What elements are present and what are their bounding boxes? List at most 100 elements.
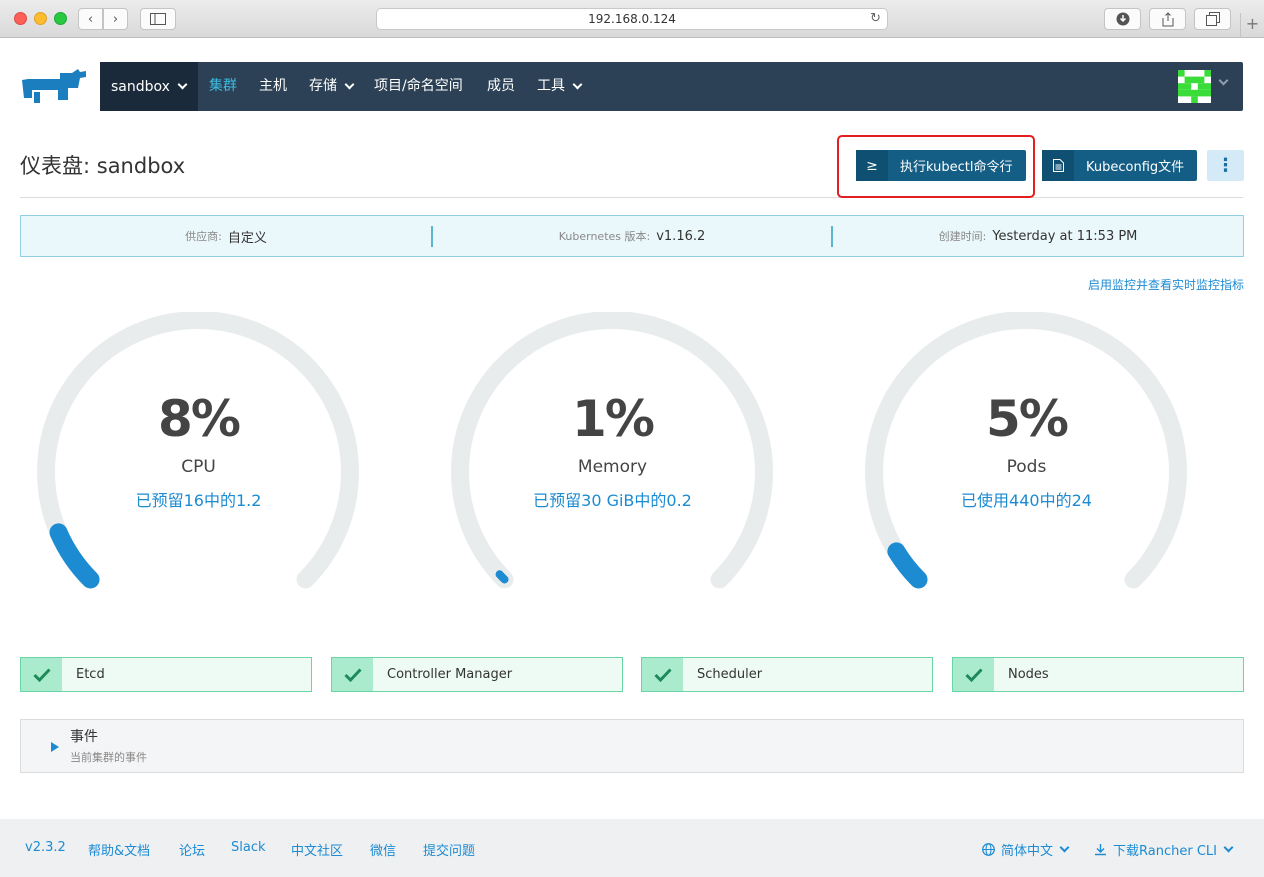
events-panel[interactable]: 事件 当前集群的事件 bbox=[20, 719, 1244, 773]
chevron-down-icon bbox=[1059, 842, 1070, 853]
user-avatar[interactable] bbox=[1178, 70, 1211, 103]
forward-button[interactable]: › bbox=[103, 8, 128, 30]
close-window-button[interactable] bbox=[14, 12, 27, 25]
browser-toolbar: ‹ › 192.168.0.124 ↻ + bbox=[0, 0, 1264, 38]
share-icon bbox=[1162, 11, 1173, 26]
divider bbox=[20, 197, 1243, 198]
tabs-overview-button[interactable] bbox=[1194, 8, 1231, 30]
enable-monitoring-link[interactable]: 启用监控并查看实时监控指标 bbox=[1088, 276, 1244, 293]
events-subtitle: 当前集群的事件 bbox=[70, 751, 147, 764]
chevron-down-icon bbox=[177, 79, 188, 90]
page-title: 仪表盘: sandbox bbox=[20, 154, 186, 178]
page-footer: v2.3.2 帮助&文档 论坛 Slack 中文社区 微信 提交问题 简体中文 … bbox=[0, 819, 1264, 877]
cpu-gauge: 8% CPU 已预留16中的1.2 bbox=[36, 312, 361, 602]
expand-arrow-icon[interactable] bbox=[51, 742, 59, 752]
user-menu-chevron-icon[interactable] bbox=[1218, 75, 1229, 86]
gauge-track bbox=[37, 312, 359, 589]
memory-gauge: 1% Memory 已预留30 GiB中的0.2 bbox=[450, 312, 775, 602]
gauge-track bbox=[451, 312, 773, 589]
kubeconfig-button-label: Kubeconfig文件 bbox=[1086, 160, 1185, 175]
etcd-status: Etcd bbox=[20, 657, 312, 692]
wechat-link[interactable]: 微信 bbox=[370, 840, 396, 859]
maximize-window-button[interactable] bbox=[54, 12, 67, 25]
language-selector[interactable]: 简体中文 bbox=[982, 840, 1070, 859]
chevron-left-icon: ‹ bbox=[87, 11, 94, 27]
chevron-down-icon bbox=[344, 79, 355, 90]
share-button[interactable] bbox=[1149, 8, 1186, 30]
help-docs-link[interactable]: 帮助&文档 bbox=[88, 840, 150, 859]
gauge-fill bbox=[887, 542, 928, 589]
checkmark-icon bbox=[953, 658, 994, 691]
cluster-name: sandbox bbox=[111, 78, 170, 95]
nav-item-storage[interactable]: 存储 bbox=[309, 62, 355, 111]
chevron-right-icon: › bbox=[112, 11, 119, 27]
gauge-name: Pods bbox=[1006, 457, 1047, 477]
tabs-icon bbox=[1205, 12, 1220, 26]
nav-item-label: 工具 bbox=[537, 78, 565, 94]
nav-item-label: 项目/命名空间 bbox=[374, 78, 463, 94]
gauge-detail: 已使用440中的24 bbox=[961, 491, 1092, 510]
component-label: Nodes bbox=[1008, 667, 1049, 682]
rancher-logo[interactable] bbox=[20, 68, 90, 106]
sidebar-icon bbox=[150, 13, 166, 25]
vertical-ellipsis-icon: ⋮ bbox=[1216, 155, 1235, 176]
version-value: v1.16.2 bbox=[656, 228, 706, 244]
new-tab-button[interactable]: + bbox=[1240, 13, 1264, 38]
annotation-highlight-box bbox=[837, 135, 1035, 198]
reload-icon[interactable]: ↻ bbox=[870, 9, 881, 29]
nav-item-hosts[interactable]: 主机 bbox=[259, 62, 287, 111]
gauge-fill bbox=[495, 570, 509, 584]
minimize-window-button[interactable] bbox=[34, 12, 47, 25]
nodes-status: Nodes bbox=[952, 657, 1244, 692]
kubeconfig-button[interactable]: Kubeconfig文件 bbox=[1042, 150, 1197, 181]
rancher-cow-icon bbox=[22, 69, 86, 103]
gauge-percent: 5% bbox=[986, 390, 1069, 448]
cli-label: 下载Rancher CLI bbox=[1113, 844, 1217, 859]
forum-link[interactable]: 论坛 bbox=[179, 840, 205, 859]
provider-label: 供应商: bbox=[185, 230, 222, 243]
gauge-percent: 1% bbox=[572, 390, 655, 448]
more-actions-button[interactable]: ⋮ bbox=[1207, 150, 1244, 181]
checkmark-icon bbox=[21, 658, 62, 691]
gauge-percent: 8% bbox=[158, 390, 241, 448]
address-bar[interactable]: 192.168.0.124 ↻ bbox=[376, 8, 888, 30]
submit-issue-link[interactable]: 提交问题 bbox=[423, 840, 475, 859]
gauge-detail: 已预留30 GiB中的0.2 bbox=[533, 491, 692, 510]
gauge-fill bbox=[49, 523, 100, 589]
nav-item-label: 主机 bbox=[259, 78, 287, 94]
back-button[interactable]: ‹ bbox=[78, 8, 103, 30]
downloads-button[interactable] bbox=[1104, 8, 1141, 30]
main-navbar: sandbox 集群 主机 存储 项目/命名空间 成员 工具 bbox=[100, 62, 1243, 111]
nav-item-cluster[interactable]: 集群 bbox=[209, 62, 237, 111]
chevron-down-icon bbox=[1223, 842, 1234, 853]
url-text: 192.168.0.124 bbox=[588, 12, 676, 26]
gauge-track bbox=[865, 312, 1187, 589]
nav-item-members[interactable]: 成员 bbox=[487, 62, 515, 111]
created-value: Yesterday at 11:53 PM bbox=[992, 228, 1138, 244]
sidebar-toggle-button[interactable] bbox=[140, 8, 176, 30]
component-label: Scheduler bbox=[697, 667, 763, 682]
file-icon bbox=[1042, 150, 1074, 181]
identicon-icon bbox=[1178, 70, 1211, 103]
gauge-name: CPU bbox=[181, 457, 216, 477]
component-label: Controller Manager bbox=[387, 667, 513, 682]
events-title: 事件 bbox=[70, 729, 98, 745]
slack-link[interactable]: Slack bbox=[231, 840, 266, 855]
nav-item-projects[interactable]: 项目/命名空间 bbox=[374, 62, 463, 111]
globe-icon bbox=[982, 843, 995, 856]
gauge-name: Memory bbox=[577, 457, 648, 477]
pods-gauge: 5% Pods 已使用440中的24 bbox=[864, 312, 1189, 602]
created-label: 创建时间: bbox=[938, 230, 987, 243]
nav-item-tools[interactable]: 工具 bbox=[537, 62, 583, 111]
provider-info: 供应商: 自定义 bbox=[21, 216, 431, 256]
version-link[interactable]: v2.3.2 bbox=[25, 840, 66, 855]
cluster-selector[interactable]: sandbox bbox=[100, 62, 198, 111]
version-info: Kubernetes 版本: v1.16.2 bbox=[433, 216, 831, 256]
chinese-community-link[interactable]: 中文社区 bbox=[291, 840, 343, 859]
cluster-info-bar: 供应商: 自定义 Kubernetes 版本: v1.16.2 创建时间: Ye… bbox=[20, 215, 1244, 257]
version-label: Kubernetes 版本: bbox=[558, 230, 651, 243]
nav-item-label: 成员 bbox=[487, 78, 515, 94]
download-cli-menu[interactable]: 下载Rancher CLI bbox=[1094, 840, 1234, 859]
component-label: Etcd bbox=[76, 667, 105, 682]
gauge-detail: 已预留16中的1.2 bbox=[135, 491, 262, 510]
